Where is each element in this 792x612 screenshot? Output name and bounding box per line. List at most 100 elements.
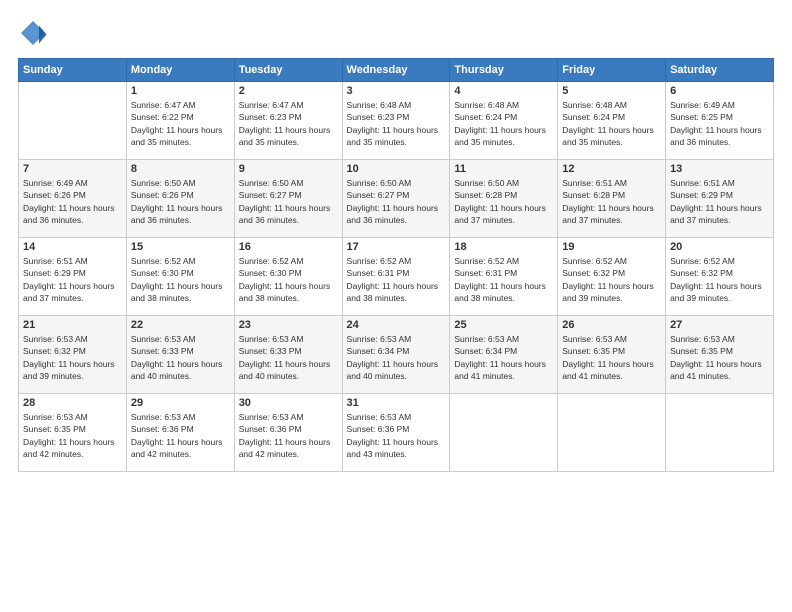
logo — [18, 18, 52, 48]
day-number: 31 — [347, 397, 446, 409]
weekday-header: Monday — [126, 59, 234, 82]
calendar-cell: 8 Sunrise: 6:50 AMSunset: 6:26 PMDaylight… — [126, 160, 234, 238]
day-info: Sunrise: 6:50 AMSunset: 6:27 PMDaylight:… — [239, 177, 338, 226]
day-number: 10 — [347, 163, 446, 175]
calendar-cell: 21 Sunrise: 6:53 AMSunset: 6:32 PMDayligh… — [19, 316, 127, 394]
weekday-header: Thursday — [450, 59, 558, 82]
calendar-cell: 22 Sunrise: 6:53 AMSunset: 6:33 PMDayligh… — [126, 316, 234, 394]
day-info: Sunrise: 6:49 AMSunset: 6:25 PMDaylight:… — [670, 99, 769, 148]
day-info: Sunrise: 6:53 AMSunset: 6:35 PMDaylight:… — [670, 333, 769, 382]
weekday-header: Friday — [558, 59, 666, 82]
day-number: 21 — [23, 319, 122, 331]
calendar-cell: 2 Sunrise: 6:47 AMSunset: 6:23 PMDaylight… — [234, 82, 342, 160]
header — [18, 18, 774, 48]
calendar-cell: 20 Sunrise: 6:52 AMSunset: 6:32 PMDayligh… — [666, 238, 774, 316]
weekday-header: Tuesday — [234, 59, 342, 82]
day-number: 11 — [454, 163, 553, 175]
logo-icon — [18, 18, 48, 48]
calendar-cell: 31 Sunrise: 6:53 AMSunset: 6:36 PMDayligh… — [342, 394, 450, 472]
day-info: Sunrise: 6:53 AMSunset: 6:32 PMDaylight:… — [23, 333, 122, 382]
day-info: Sunrise: 6:53 AMSunset: 6:35 PMDaylight:… — [562, 333, 661, 382]
day-number: 2 — [239, 85, 338, 97]
day-number: 15 — [131, 241, 230, 253]
day-number: 23 — [239, 319, 338, 331]
calendar-table: SundayMondayTuesdayWednesdayThursdayFrid… — [18, 58, 774, 472]
day-info: Sunrise: 6:50 AMSunset: 6:27 PMDaylight:… — [347, 177, 446, 226]
day-number: 14 — [23, 241, 122, 253]
day-number: 29 — [131, 397, 230, 409]
calendar-cell: 30 Sunrise: 6:53 AMSunset: 6:36 PMDayligh… — [234, 394, 342, 472]
calendar-cell: 26 Sunrise: 6:53 AMSunset: 6:35 PMDayligh… — [558, 316, 666, 394]
calendar-cell: 13 Sunrise: 6:51 AMSunset: 6:29 PMDayligh… — [666, 160, 774, 238]
day-info: Sunrise: 6:53 AMSunset: 6:36 PMDaylight:… — [239, 411, 338, 460]
day-info: Sunrise: 6:53 AMSunset: 6:34 PMDaylight:… — [347, 333, 446, 382]
calendar-cell: 7 Sunrise: 6:49 AMSunset: 6:26 PMDaylight… — [19, 160, 127, 238]
day-info: Sunrise: 6:52 AMSunset: 6:31 PMDaylight:… — [347, 255, 446, 304]
day-info: Sunrise: 6:48 AMSunset: 6:24 PMDaylight:… — [562, 99, 661, 148]
day-info: Sunrise: 6:51 AMSunset: 6:29 PMDaylight:… — [23, 255, 122, 304]
page: SundayMondayTuesdayWednesdayThursdayFrid… — [0, 0, 792, 612]
calendar-cell: 5 Sunrise: 6:48 AMSunset: 6:24 PMDaylight… — [558, 82, 666, 160]
calendar-cell: 16 Sunrise: 6:52 AMSunset: 6:30 PMDayligh… — [234, 238, 342, 316]
calendar-cell: 3Sunrise: 6:48 AMSunset: 6:23 PMDaylight… — [342, 82, 450, 160]
day-number: 26 — [562, 319, 661, 331]
calendar-cell: 15 Sunrise: 6:52 AMSunset: 6:30 PMDayligh… — [126, 238, 234, 316]
day-number: 24 — [347, 319, 446, 331]
calendar-cell: 28Sunrise: 6:53 AMSunset: 6:35 PMDayligh… — [19, 394, 127, 472]
calendar-cell: 14 Sunrise: 6:51 AMSunset: 6:29 PMDayligh… — [19, 238, 127, 316]
day-info: Sunrise: 6:52 AMSunset: 6:30 PMDaylight:… — [239, 255, 338, 304]
calendar-cell: 24 Sunrise: 6:53 AMSunset: 6:34 PMDayligh… — [342, 316, 450, 394]
day-info: Sunrise: 6:51 AMSunset: 6:29 PMDaylight:… — [670, 177, 769, 226]
day-number: 30 — [239, 397, 338, 409]
calendar-cell: 25 Sunrise: 6:53 AMSunset: 6:34 PMDayligh… — [450, 316, 558, 394]
calendar-cell: 19 Sunrise: 6:52 AMSunset: 6:32 PMDayligh… — [558, 238, 666, 316]
day-number: 22 — [131, 319, 230, 331]
day-number: 1 — [131, 85, 230, 97]
day-number: 25 — [454, 319, 553, 331]
calendar-cell: 23 Sunrise: 6:53 AMSunset: 6:33 PMDayligh… — [234, 316, 342, 394]
calendar-cell — [666, 394, 774, 472]
day-info: Sunrise: 6:53 AMSunset: 6:33 PMDaylight:… — [131, 333, 230, 382]
day-info: Sunrise: 6:47 AMSunset: 6:22 PMDaylight:… — [131, 99, 230, 148]
day-info: Sunrise: 6:53 AMSunset: 6:36 PMDaylight:… — [347, 411, 446, 460]
day-info: Sunrise: 6:49 AMSunset: 6:26 PMDaylight:… — [23, 177, 122, 226]
calendar-cell: 12Sunrise: 6:51 AMSunset: 6:28 PMDayligh… — [558, 160, 666, 238]
day-number: 19 — [562, 241, 661, 253]
calendar-cell: 18 Sunrise: 6:52 AMSunset: 6:31 PMDayligh… — [450, 238, 558, 316]
calendar-cell: 29Sunrise: 6:53 AMSunset: 6:36 PMDayligh… — [126, 394, 234, 472]
day-info: Sunrise: 6:48 AMSunset: 6:24 PMDaylight:… — [454, 99, 553, 148]
day-info: Sunrise: 6:52 AMSunset: 6:32 PMDaylight:… — [670, 255, 769, 304]
day-number: 18 — [454, 241, 553, 253]
day-info: Sunrise: 6:53 AMSunset: 6:35 PMDaylight:… — [23, 411, 122, 460]
day-info: Sunrise: 6:52 AMSunset: 6:31 PMDaylight:… — [454, 255, 553, 304]
calendar-cell: 1 Sunrise: 6:47 AMSunset: 6:22 PMDaylight… — [126, 82, 234, 160]
day-number: 5 — [562, 85, 661, 97]
day-number: 16 — [239, 241, 338, 253]
day-number: 12 — [562, 163, 661, 175]
day-number: 9 — [239, 163, 338, 175]
calendar-cell: 4Sunrise: 6:48 AMSunset: 6:24 PMDaylight… — [450, 82, 558, 160]
calendar-cell: 17Sunrise: 6:52 AMSunset: 6:31 PMDayligh… — [342, 238, 450, 316]
calendar-cell — [19, 82, 127, 160]
weekday-header: Saturday — [666, 59, 774, 82]
day-number: 7 — [23, 163, 122, 175]
weekday-header: Wednesday — [342, 59, 450, 82]
weekday-header: Sunday — [19, 59, 127, 82]
calendar-cell — [558, 394, 666, 472]
day-number: 6 — [670, 85, 769, 97]
day-number: 27 — [670, 319, 769, 331]
calendar-cell: 11 Sunrise: 6:50 AMSunset: 6:28 PMDayligh… — [450, 160, 558, 238]
day-info: Sunrise: 6:53 AMSunset: 6:34 PMDaylight:… — [454, 333, 553, 382]
day-info: Sunrise: 6:53 AMSunset: 6:33 PMDaylight:… — [239, 333, 338, 382]
day-number: 3 — [347, 85, 446, 97]
day-info: Sunrise: 6:50 AMSunset: 6:26 PMDaylight:… — [131, 177, 230, 226]
day-info: Sunrise: 6:52 AMSunset: 6:32 PMDaylight:… — [562, 255, 661, 304]
calendar-cell: 27 Sunrise: 6:53 AMSunset: 6:35 PMDayligh… — [666, 316, 774, 394]
day-number: 20 — [670, 241, 769, 253]
day-info: Sunrise: 6:52 AMSunset: 6:30 PMDaylight:… — [131, 255, 230, 304]
day-info: Sunrise: 6:50 AMSunset: 6:28 PMDaylight:… — [454, 177, 553, 226]
calendar-cell: 10 Sunrise: 6:50 AMSunset: 6:27 PMDayligh… — [342, 160, 450, 238]
day-number: 13 — [670, 163, 769, 175]
day-info: Sunrise: 6:47 AMSunset: 6:23 PMDaylight:… — [239, 99, 338, 148]
day-number: 8 — [131, 163, 230, 175]
